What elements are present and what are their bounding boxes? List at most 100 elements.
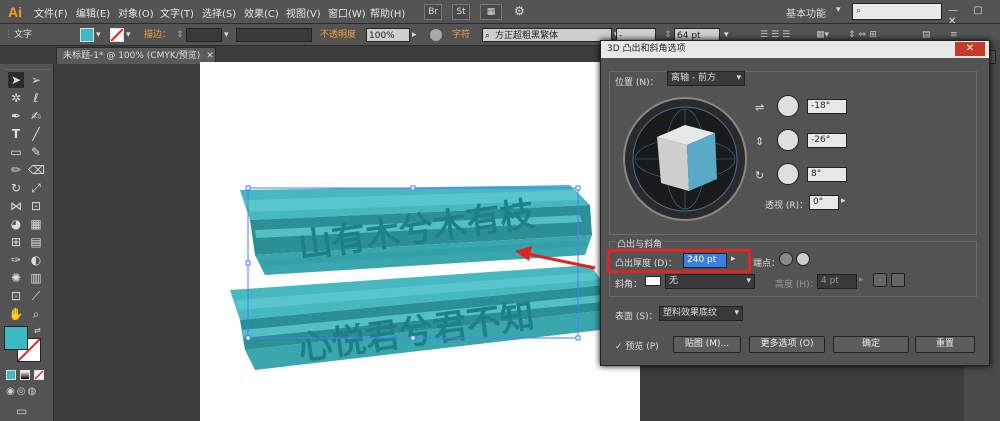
recolor-icon[interactable] [430,29,442,41]
font-family-field[interactable]: ⌕ 方正超粗黑繁体 [482,28,612,42]
zoom-tool-icon[interactable]: ⌕ [28,306,44,322]
more-options-button[interactable]: 更多选项 (O) [749,336,825,353]
eyedropper-icon[interactable]: ✑ [8,252,24,268]
pen-tool-icon[interactable]: ✒ [8,108,24,124]
eraser-icon[interactable]: ⌫ [28,162,45,178]
bevel-dropdown[interactable]: 无 ▾ [665,274,755,289]
document-tab-label: 未标题-1* @ 100% (CMYK/预览) [63,51,201,61]
chevron-right-icon[interactable]: ▸ [731,254,736,264]
fill-color-button[interactable] [80,28,94,42]
extrude-depth-field[interactable]: 240 pt [683,253,727,268]
opacity-field[interactable]: 100% [366,28,410,42]
rotate-x-field[interactable]: -18° [807,99,847,114]
menu-file[interactable]: 文件(F) [34,5,68,20]
menu-type[interactable]: 文字(T) [160,5,194,20]
extruded-3d-text[interactable]: 山有木兮木有枝 心悦君兮君不知 [210,160,610,380]
close-icon[interactable]: ✕ [955,42,985,56]
swap-icon[interactable]: ⇄ [34,326,41,335]
chevron-right-icon[interactable]: ▸ [841,196,846,206]
stroke-label[interactable]: 描边： [144,28,171,42]
fill-swatch-front[interactable] [4,326,28,350]
lasso-icon[interactable]: ℓ [28,90,44,106]
gradient-tool-icon[interactable]: ▤ [28,234,44,250]
height-label: 高度 (H)： [775,280,819,290]
ok-button[interactable]: 确定 [833,336,909,353]
close-icon[interactable]: ✕ [206,51,214,61]
chevron-down-icon[interactable]: ▾ [126,28,131,42]
rotate-y-knob[interactable] [777,129,799,151]
slice-tool-icon[interactable]: ⟋ [28,288,44,304]
shape-builder-icon[interactable]: ◕ [8,216,24,232]
arrange-icon[interactable]: ▦ [480,4,502,20]
stroke-weight-field[interactable] [186,28,222,42]
mesh-tool-icon[interactable]: ⊞ [8,234,24,250]
cap-on-button[interactable] [779,252,793,266]
menu-view[interactable]: 视图(V) [286,5,321,20]
gpu-icon[interactable]: ⚙ [514,4,530,20]
map-button[interactable]: 贴图 (M)... [673,336,741,353]
rotate-x-icon: ⇌ [755,101,765,114]
chevron-right-icon: ▸ [859,275,864,285]
char-label[interactable]: 字符 [452,28,470,42]
chevron-down-icon: ▾ [736,73,741,83]
artboard-tool-icon[interactable]: ⊡ [8,288,24,304]
document-tab[interactable]: 未标题-1* @ 100% (CMYK/预览) ✕ [56,47,216,64]
chevron-down-icon[interactable]: ▾ [224,28,229,42]
line-tool-icon[interactable]: ╱ [28,126,44,142]
rotate-z-knob[interactable] [777,163,799,185]
menu-effect[interactable]: 效果(C) [244,5,279,20]
stroke-stepper[interactable]: ⇕ [176,28,184,42]
paintbrush-icon[interactable]: ✎ [28,144,44,160]
gradient-mode-icon[interactable] [20,370,30,380]
opacity-label[interactable]: 不透明度 [320,28,356,42]
type-tool-icon[interactable]: T [8,126,24,142]
search-input[interactable]: ⌕ [852,3,942,20]
menu-select[interactable]: 选择(S) [202,5,236,20]
rotate-z-field[interactable]: 8° [807,167,847,182]
direct-selection-icon[interactable]: ➢ [28,72,44,88]
magic-wand-icon[interactable]: ✲ [8,90,24,106]
free-transform-icon[interactable]: ⊡ [28,198,44,214]
stroke-color-button[interactable] [110,28,124,42]
screen-mode-icon[interactable]: ▭ [16,404,27,418]
preview-checkbox[interactable]: ✓ 预览 (P) [615,339,659,352]
cap-off-button[interactable] [796,252,810,266]
surface-label: 表面 (S)： [615,312,658,322]
rotate-y-field[interactable]: -26° [807,133,847,148]
rotate-x-knob[interactable] [777,95,799,117]
pencil-icon[interactable]: ✏ [8,162,24,178]
3d-extrude-bevel-dialog: 3D 凸出和斜角选项 ✕ 位置 (N)： 离轴 - 前方 ▾ ⇌ -18° ⇕ -… [600,40,990,366]
chevron-right-icon[interactable]: ▸ [412,28,417,42]
menu-edit[interactable]: 编辑(E) [76,5,110,20]
menu-object[interactable]: 对象(O) [118,5,154,20]
none-mode-icon[interactable] [34,370,44,380]
menu-window[interactable]: 窗口(W) [328,5,366,20]
position-dropdown[interactable]: 离轴 - 前方 ▾ [667,71,745,86]
reset-button[interactable]: 重置 [915,336,975,353]
perspective-grid-icon[interactable]: ▦ [28,216,44,232]
menu-help[interactable]: 帮助(H) [370,5,405,20]
chevron-down-icon[interactable]: ▾ [96,28,101,42]
surface-dropdown[interactable]: 塑料效果底纹 ▾ [659,306,743,321]
curvature-icon[interactable]: ✍ [28,108,44,124]
hand-tool-icon[interactable]: ✋ [8,306,24,322]
blend-tool-icon[interactable]: ◐ [28,252,44,268]
rotate-tool-icon[interactable]: ↻ [8,180,24,196]
draw-mode-icons[interactable]: ◉◎◍ [6,386,38,397]
variable-width-field[interactable] [236,28,312,42]
rotate-z-icon: ↻ [755,169,765,182]
column-graph-icon[interactable]: ▥ [28,270,44,286]
workspace-switcher[interactable]: 基本功能 [786,5,826,20]
scale-tool-icon[interactable]: ⤢ [28,180,44,196]
chevron-down-icon: ▾ [734,308,739,318]
symbol-sprayer-icon[interactable]: ✺ [8,270,24,286]
selection-tool-icon[interactable]: ➤ [8,72,24,88]
rotation-track-cube[interactable] [623,97,747,221]
rectangle-tool-icon[interactable]: ▭ [8,144,24,160]
stock-button[interactable]: St [452,4,470,20]
perspective-field[interactable]: 0° [809,195,839,210]
bridge-button[interactable]: Br [424,4,442,20]
width-tool-icon[interactable]: ⋈ [8,198,24,214]
chevron-down-icon[interactable]: ▾ [836,5,841,15]
color-mode-icon[interactable] [6,370,16,380]
